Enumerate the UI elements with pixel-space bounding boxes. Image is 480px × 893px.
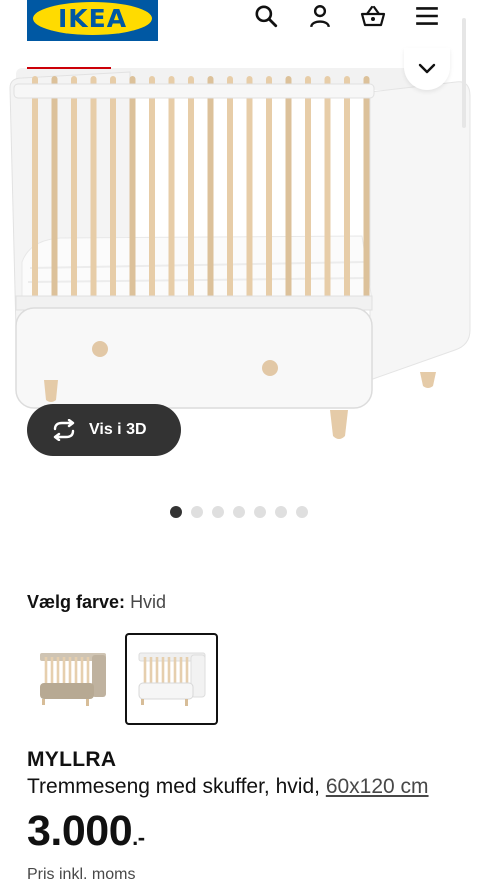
crib-beige-thumbnail [39,653,106,706]
crib-slat [285,76,292,304]
pagination-dot[interactable] [296,506,308,518]
crib-right-panel [369,81,471,381]
ikea-logo[interactable]: IKEA [27,0,158,41]
crib-leg [44,380,58,402]
user-icon[interactable] [306,2,334,30]
crib-slat [129,76,136,304]
basket-icon[interactable] [359,2,387,30]
scrollbar[interactable] [462,18,466,128]
product-name: MYLLRA [27,748,117,771]
price-decimal: .- [132,825,145,850]
site-header: IKEA [0,0,480,48]
crib-slat [168,76,175,304]
product-price: 3.000.- [27,807,145,856]
crib-slat [188,76,194,304]
pagination-dot[interactable] [212,506,224,518]
drawer-knob [92,341,108,357]
crib-drawer [15,307,373,409]
color-selection-label: Vælg farve: Hvid [27,592,166,613]
pagination-dot[interactable] [254,506,266,518]
crib-leg [420,372,436,388]
crib-slat [227,76,233,304]
view-3d-label: Vis i 3D [89,421,147,438]
crib-slat [110,76,116,304]
drawer-knob [262,360,278,376]
product-type: Tremmeseng med skuffer, hvid, [27,775,320,798]
gallery-pagination [170,506,308,518]
logo-oval: IKEA [33,2,152,35]
crib-slat [90,76,97,304]
color-swatch-white[interactable] [125,633,218,725]
crib-slat [149,76,155,304]
crib-slat [32,76,38,304]
crib-slat [207,76,214,304]
crib-slat [71,76,77,304]
crib-slat [324,76,331,304]
crib-top-rail [13,83,375,99]
crib-slat [363,76,370,304]
crib-slat [266,76,272,304]
color-swatch-beige[interactable] [26,633,119,725]
pagination-dot[interactable] [170,506,182,518]
menu-icon[interactable] [413,2,441,30]
product-image [9,68,471,439]
crib-slat [51,76,58,304]
pagination-dot[interactable] [275,506,287,518]
crib-slat [305,76,311,304]
product-size-link[interactable]: 60x120 cm [326,775,429,798]
logo-text: IKEA [57,4,128,33]
color-label-title: Vælg farve: [27,592,126,612]
crib-leg [330,410,348,439]
rotate-3d-icon [53,419,75,441]
search-icon[interactable] [252,2,280,30]
pagination-dot[interactable] [191,506,203,518]
tab-indicator [27,67,111,69]
price-note: Pris inkl. moms [27,866,136,883]
color-value: Hvid [130,592,167,612]
crib-slat [246,76,253,304]
crib-slat [344,76,350,304]
pagination-dot[interactable] [233,506,245,518]
price-integer: 3.000 [27,807,133,855]
product-description: Tremmeseng med skuffer, hvid, 60x120 cm [27,775,429,799]
chevron-down-icon [418,63,436,74]
crib-white-thumbnail [138,652,205,706]
view-3d-button[interactable]: Vis i 3D [27,404,181,456]
